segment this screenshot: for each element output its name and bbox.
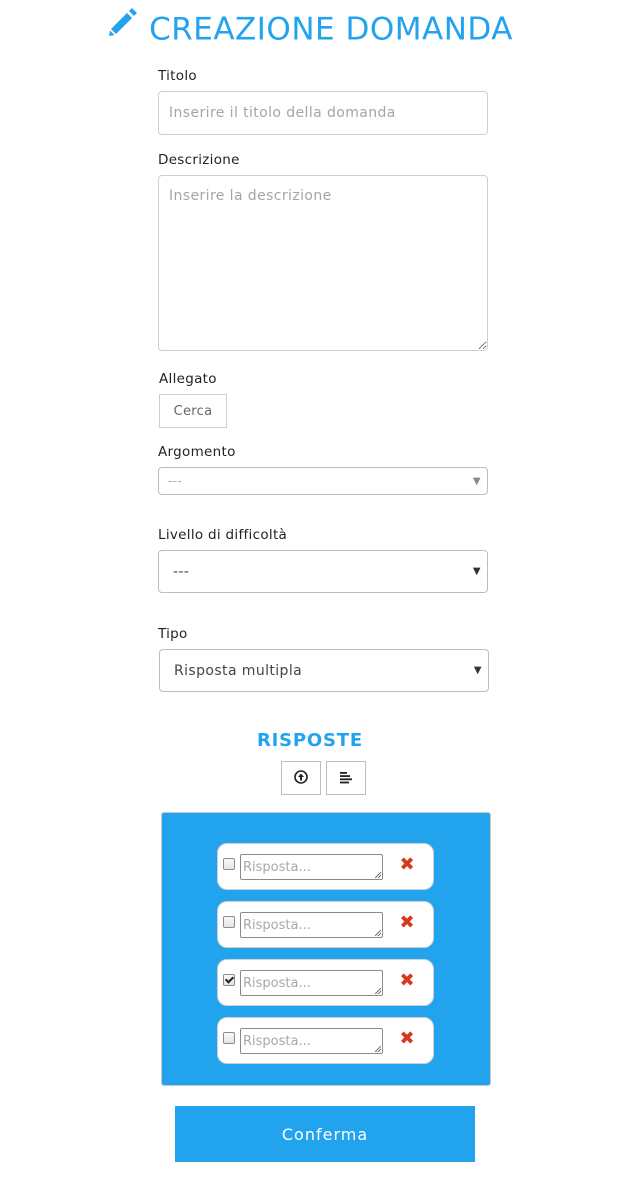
answer-row: ✖ — [217, 843, 434, 890]
titolo-label: Titolo — [158, 68, 197, 84]
upload-circle-icon — [294, 769, 308, 788]
align-button[interactable] — [326, 761, 366, 795]
tipo-label: Tipo — [158, 626, 188, 642]
allegato-label: Allegato — [159, 371, 217, 387]
remove-answer-button[interactable]: ✖ — [396, 1028, 418, 1050]
chevron-down-icon: ▼ — [473, 665, 482, 676]
answer-row: ✖ — [217, 1017, 434, 1064]
confirm-button[interactable]: Conferma — [175, 1106, 475, 1162]
answer-checkbox[interactable] — [223, 974, 235, 986]
answer-row: ✖ — [217, 901, 434, 948]
answer-checkbox[interactable] — [223, 1032, 235, 1044]
answer-input[interactable] — [240, 970, 383, 996]
descrizione-label: Descrizione — [158, 152, 240, 168]
argomento-select[interactable]: --- ▼ — [158, 467, 488, 495]
resize-grip-icon[interactable] — [375, 872, 381, 878]
resize-grip-icon[interactable] — [375, 930, 381, 936]
tipo-selected-value: Risposta multipla — [174, 662, 303, 679]
titolo-input[interactable] — [158, 91, 488, 135]
page-title: CREAZIONE DOMANDA — [0, 6, 620, 48]
argomento-label: Argomento — [158, 444, 236, 460]
chevron-down-icon: ▼ — [472, 566, 481, 577]
chevron-down-icon: ▼ — [472, 475, 481, 487]
upload-button[interactable] — [281, 761, 321, 795]
resize-grip-icon[interactable] — [375, 1046, 381, 1052]
answer-input[interactable] — [240, 1028, 383, 1054]
livello-label: Livello di difficoltà — [158, 527, 288, 543]
remove-answer-button[interactable]: ✖ — [396, 970, 418, 992]
pencil-icon — [107, 6, 139, 48]
cerca-button[interactable]: Cerca — [159, 394, 227, 428]
livello-select[interactable]: --- ▼ — [158, 550, 488, 593]
livello-selected-value: --- — [173, 563, 190, 580]
answer-input[interactable] — [240, 854, 383, 880]
resize-grip-icon[interactable] — [375, 988, 381, 994]
tipo-select[interactable]: Risposta multipla ▼ — [159, 649, 489, 692]
descrizione-textarea[interactable] — [158, 175, 488, 351]
answers-section-title: RISPOSTE — [257, 730, 363, 751]
answer-checkbox[interactable] — [223, 858, 235, 870]
answer-checkbox[interactable] — [223, 916, 235, 928]
remove-answer-button[interactable]: ✖ — [396, 854, 418, 876]
page-title-text: CREAZIONE DOMANDA — [149, 11, 513, 48]
answer-row: ✖ — [217, 959, 434, 1006]
remove-answer-button[interactable]: ✖ — [396, 912, 418, 934]
answer-input[interactable] — [240, 912, 383, 938]
answers-panel: ✖ ✖ ✖ ✖ — [161, 812, 491, 1086]
align-left-icon — [339, 769, 353, 788]
argomento-selected-value: --- — [168, 474, 183, 488]
